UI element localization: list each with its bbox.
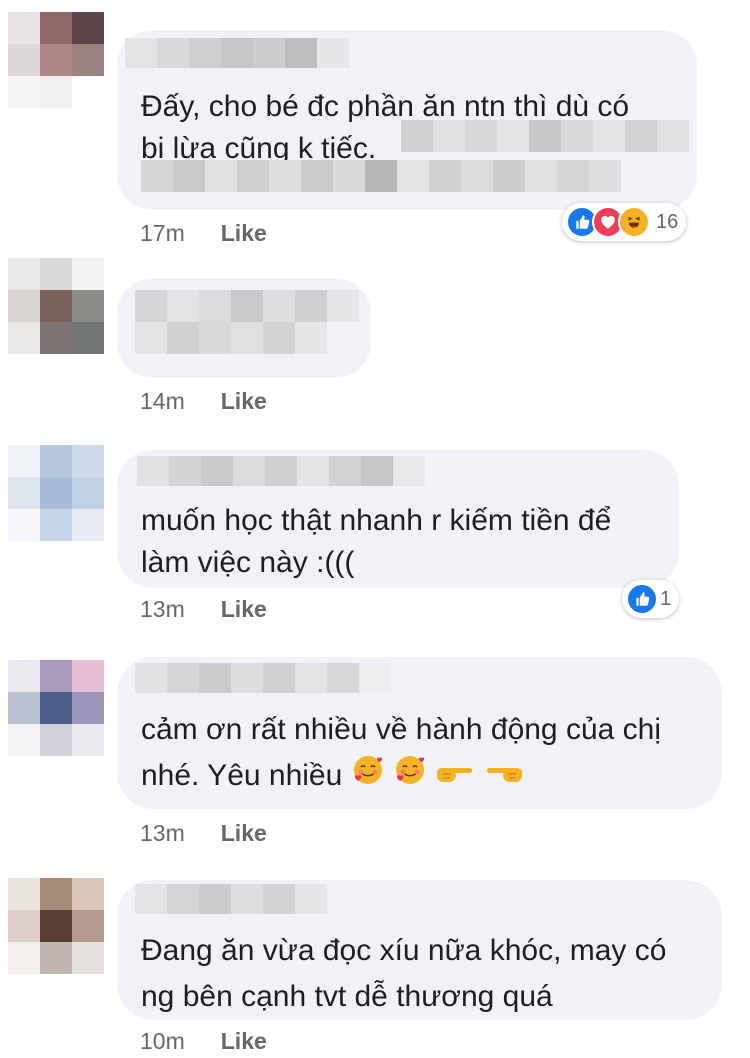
timestamp[interactable]: 14m xyxy=(140,388,185,415)
avatar[interactable] xyxy=(8,445,104,541)
backhand-index-pointing-right-icon xyxy=(435,754,475,800)
avatar[interactable] xyxy=(8,660,104,756)
avatar[interactable] xyxy=(8,878,104,974)
blurred-text xyxy=(135,290,359,354)
comment-meta: 14m Like xyxy=(140,388,267,415)
reaction-summary[interactable]: 16 xyxy=(562,203,687,241)
like-link[interactable]: Like xyxy=(221,820,267,847)
comment-meta: 13m Like xyxy=(140,596,267,623)
commenter-name-blurred[interactable] xyxy=(135,663,391,693)
blurred-text xyxy=(401,120,689,152)
comment-meta: 10m Like xyxy=(140,1028,267,1055)
comment-bubble: cảm ơn rất nhiều về hành động của chị nh… xyxy=(117,657,722,809)
comment-text: cảm ơn rất nhiều về hành động của chị nh… xyxy=(141,707,661,801)
comment-bubble xyxy=(117,278,371,378)
comment-bubble: muốn học thật nhanh r kiếm tiền để làm v… xyxy=(117,450,679,588)
comment-text: Đang ăn vừa đọc xíu nữa khóc, may có ng … xyxy=(141,934,667,1013)
like-icon xyxy=(626,583,658,615)
comment-meta: 13m Like xyxy=(140,820,267,847)
comment-bubble: Đang ăn vừa đọc xíu nữa khóc, may có ng … xyxy=(117,880,722,1020)
like-link[interactable]: Like xyxy=(221,388,267,415)
avatar[interactable] xyxy=(8,258,104,354)
timestamp[interactable]: 17m xyxy=(140,220,185,247)
commenter-name-blurred[interactable] xyxy=(125,38,349,68)
haha-icon xyxy=(618,206,650,238)
reaction-count: 1 xyxy=(660,587,672,610)
comment-meta: 17m Like xyxy=(140,220,267,247)
reaction-summary[interactable]: 1 xyxy=(622,580,680,618)
backhand-index-pointing-left-icon xyxy=(484,754,524,800)
smiling-face-with-hearts-icon xyxy=(393,753,427,801)
timestamp[interactable]: 10m xyxy=(140,1028,185,1055)
timestamp[interactable]: 13m xyxy=(140,820,185,847)
blurred-text xyxy=(141,160,621,192)
commenter-name-blurred[interactable] xyxy=(135,884,327,914)
avatar[interactable] xyxy=(8,12,104,108)
like-link[interactable]: Like xyxy=(221,1028,267,1055)
timestamp[interactable]: 13m xyxy=(140,596,185,623)
reaction-count: 16 xyxy=(656,210,679,233)
comment-bubble: Đấy, cho bé đc phần ăn ntn thì dù có bị … xyxy=(117,30,697,210)
smiling-face-with-hearts-icon xyxy=(351,753,385,801)
like-link[interactable]: Like xyxy=(221,220,267,247)
commenter-name-blurred[interactable] xyxy=(137,456,425,486)
comment-text: muốn học thật nhanh r kiếm tiền để làm v… xyxy=(141,504,612,579)
like-link[interactable]: Like xyxy=(221,596,267,623)
